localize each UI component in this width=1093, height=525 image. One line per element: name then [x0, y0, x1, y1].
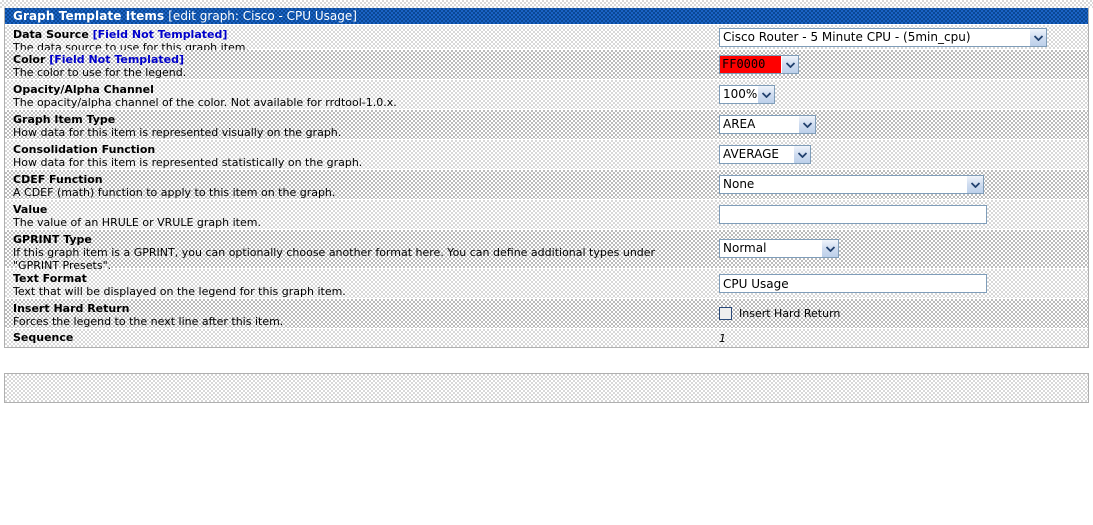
form-row-color: Color [Field Not Templated] The color to… [5, 50, 1088, 80]
form-row-data-source: Data Source [Field Not Templated] The da… [5, 25, 1088, 54]
field-label-cdef-function: CDEF Function A CDEF (math) function to … [5, 170, 715, 202]
field-name: Sequence [13, 331, 74, 344]
field-description: The opacity/alpha channel of the color. … [13, 96, 397, 109]
form-row-consolidation-function: Consolidation Function How data for this… [5, 140, 1088, 170]
chevron-down-icon[interactable] [966, 176, 983, 193]
page-top-strip [0, 0, 1093, 8]
consolidation-function-select-value: AVERAGE [723, 147, 779, 161]
text-format-input[interactable] [719, 274, 987, 293]
field-control-wrap: 1 [715, 329, 1088, 348]
chevron-down-icon[interactable] [798, 116, 815, 133]
page-title: Graph Template Items [13, 9, 165, 23]
cdef-function-select-value: None [723, 177, 755, 191]
field-control-wrap: None [715, 170, 1088, 197]
field-control-wrap [715, 200, 1088, 227]
value-input[interactable] [719, 205, 987, 224]
graph-template-items-panel: Graph Template Items [edit graph: Cisco … [4, 8, 1089, 348]
chevron-down-icon[interactable] [757, 86, 774, 103]
field-description: Forces the legend to the next line after… [13, 315, 284, 328]
field-label-graph-item-type: Graph Item Type How data for this item i… [5, 110, 715, 142]
field-description: How data for this item is represented vi… [13, 126, 342, 139]
panel-header: Graph Template Items [edit graph: Cisco … [5, 8, 1088, 25]
field-name: CDEF Function [13, 173, 103, 186]
bottom-action-panel [4, 373, 1089, 403]
form-row-cdef-function: CDEF Function A CDEF (math) function to … [5, 170, 1088, 200]
chevron-down-icon[interactable] [1029, 29, 1046, 46]
field-control-wrap: Cisco Router - 5 Minute CPU - (5min_cpu) [715, 25, 1088, 50]
form-row-value: Value The value of an HRULE or VRULE gra… [5, 200, 1088, 230]
field-name: GPRINT Type [13, 233, 92, 246]
field-template-flag: [Field Not Templated] [49, 53, 184, 66]
graph-item-type-select-value: AREA [723, 117, 756, 131]
field-label-color: Color [Field Not Templated] The color to… [5, 50, 715, 82]
chevron-down-icon[interactable] [793, 146, 810, 163]
field-name: Color [Field Not Templated] [13, 53, 184, 66]
field-label-insert-hard-return: Insert Hard Return Forces the legend to … [5, 299, 715, 331]
consolidation-function-select[interactable]: AVERAGE [719, 145, 811, 164]
chevron-down-icon[interactable] [821, 240, 838, 257]
opacity-select[interactable]: 100% [719, 85, 775, 104]
page-subtitle: [edit graph: Cisco - CPU Usage] [168, 9, 357, 23]
field-name: Data Source [Field Not Templated] [13, 28, 228, 41]
chevron-down-icon[interactable] [781, 56, 798, 73]
insert-hard-return-checkbox-wrap[interactable]: Insert Hard Return [719, 306, 840, 320]
cdef-function-select[interactable]: None [719, 175, 984, 194]
data-source-select[interactable]: Cisco Router - 5 Minute CPU - (5min_cpu) [719, 28, 1047, 47]
field-name: Insert Hard Return [13, 302, 130, 315]
field-control-wrap: FF0000 [715, 50, 1088, 77]
field-name: Consolidation Function [13, 143, 156, 156]
field-description: How data for this item is represented st… [13, 156, 363, 169]
field-control-wrap: AREA [715, 110, 1088, 137]
gprint-type-select[interactable]: Normal [719, 239, 839, 258]
field-control-wrap: 100% [715, 80, 1088, 107]
color-select-value: FF0000 [722, 57, 766, 71]
field-control-wrap: Insert Hard Return [715, 299, 1088, 323]
field-template-flag: [Field Not Templated] [92, 28, 228, 41]
field-name: Opacity/Alpha Channel [13, 83, 154, 96]
insert-hard-return-checkbox-label: Insert Hard Return [739, 307, 841, 320]
field-name: Value [13, 203, 48, 216]
field-label-consolidation-function: Consolidation Function How data for this… [5, 140, 715, 172]
form-row-sequence: Sequence 1 [5, 329, 1088, 347]
field-name: Graph Item Type [13, 113, 116, 126]
field-description: The value of an HRULE or VRULE graph ite… [13, 216, 261, 229]
field-control-wrap: AVERAGE [715, 140, 1088, 167]
field-control-wrap [715, 269, 1088, 296]
field-description: A CDEF (math) function to apply to this … [13, 186, 336, 199]
insert-hard-return-checkbox[interactable] [719, 307, 732, 320]
sequence-value: 1 [719, 332, 726, 345]
opacity-select-value: 100% [723, 87, 757, 101]
field-label-sequence: Sequence [5, 329, 715, 347]
form-row-opacity: Opacity/Alpha Channel The opacity/alpha … [5, 80, 1088, 110]
page-root: Graph Template Items [edit graph: Cisco … [0, 0, 1093, 525]
field-name: Text Format [13, 272, 87, 285]
field-description: The color to use for the legend. [13, 66, 187, 79]
field-control-wrap: Normal [715, 230, 1088, 261]
graph-item-type-select[interactable]: AREA [719, 115, 816, 134]
form-row-graph-item-type: Graph Item Type How data for this item i… [5, 110, 1088, 140]
field-description: Text that will be displayed on the legen… [13, 285, 346, 298]
form-row-text-format: Text Format Text that will be displayed … [5, 269, 1088, 299]
field-label-value: Value The value of an HRULE or VRULE gra… [5, 200, 715, 232]
data-source-select-value: Cisco Router - 5 Minute CPU - (5min_cpu) [723, 30, 971, 44]
form-row-gprint-type: GPRINT Type If this graph item is a GPRI… [5, 230, 1088, 272]
field-label-opacity: Opacity/Alpha Channel The opacity/alpha … [5, 80, 715, 112]
gprint-type-select-value: Normal [723, 241, 767, 255]
field-label-text-format: Text Format Text that will be displayed … [5, 269, 715, 301]
color-select[interactable]: FF0000 [719, 55, 799, 74]
form-row-insert-hard-return: Insert Hard Return Forces the legend to … [5, 299, 1088, 329]
